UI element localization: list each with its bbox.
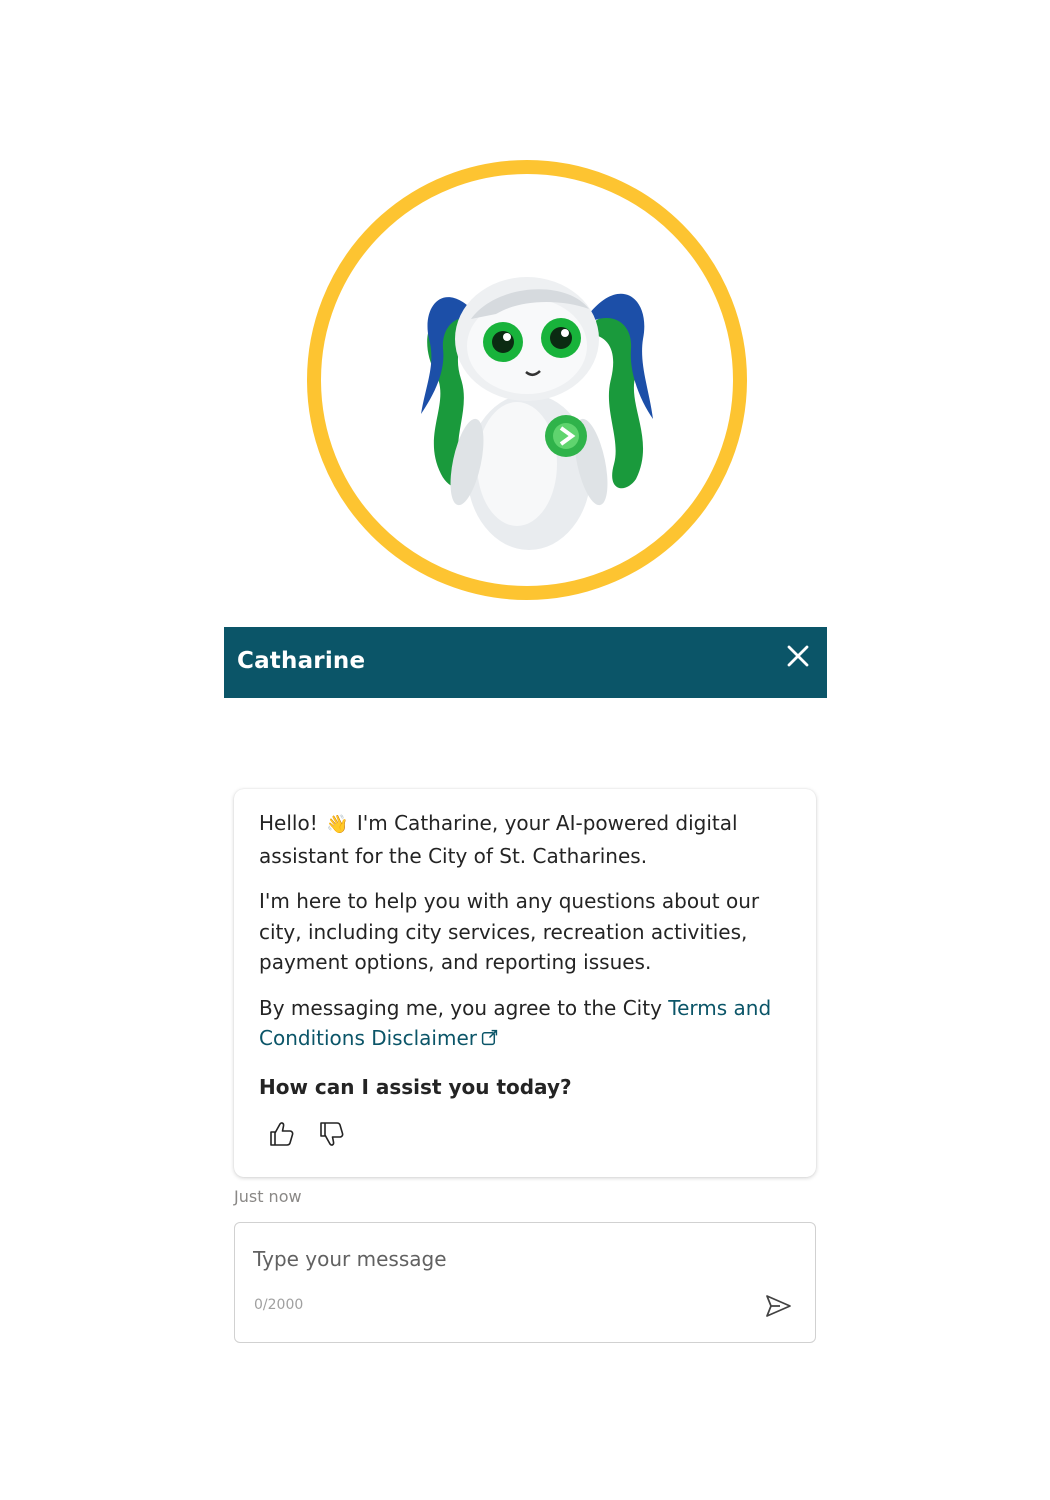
chat-page: Catharine Hello! 👋 I'm Catharine, your A… bbox=[0, 0, 1050, 1500]
greeting-hello: Hello! bbox=[259, 811, 318, 835]
bot-avatar bbox=[307, 160, 747, 600]
thumbs-up-icon bbox=[270, 1122, 294, 1146]
feedback-buttons bbox=[267, 1119, 347, 1149]
close-button[interactable] bbox=[783, 641, 813, 671]
bot-name-title: Catharine bbox=[237, 648, 366, 674]
assist-question: How can I assist you today? bbox=[259, 1074, 572, 1099]
wave-emoji: 👋 bbox=[326, 814, 349, 835]
thumbs-up-button[interactable] bbox=[267, 1119, 297, 1149]
message-timestamp: Just now bbox=[234, 1187, 302, 1206]
message-composer: 0/2000 bbox=[234, 1222, 816, 1343]
send-button[interactable] bbox=[763, 1291, 793, 1321]
terms-text: By messaging me, you agree to the City T… bbox=[259, 993, 792, 1054]
external-link-icon bbox=[481, 1029, 498, 1046]
message-input[interactable] bbox=[253, 1243, 773, 1275]
send-icon bbox=[766, 1295, 791, 1317]
close-icon bbox=[787, 645, 809, 667]
thumbs-down-icon bbox=[320, 1122, 344, 1146]
thumbs-down-button[interactable] bbox=[317, 1119, 347, 1149]
terms-prefix: By messaging me, you agree to the City bbox=[259, 995, 669, 1020]
greeting-text: Hello! 👋 I'm Catharine, your AI-powered … bbox=[259, 808, 792, 871]
chat-header: Catharine bbox=[224, 627, 827, 698]
character-counter: 0/2000 bbox=[254, 1297, 304, 1313]
robot-avatar-icon bbox=[421, 277, 653, 550]
help-text: I'm here to help you with any questions … bbox=[259, 889, 760, 974]
bot-message-card: Hello! 👋 I'm Catharine, your AI-powered … bbox=[234, 789, 816, 1177]
